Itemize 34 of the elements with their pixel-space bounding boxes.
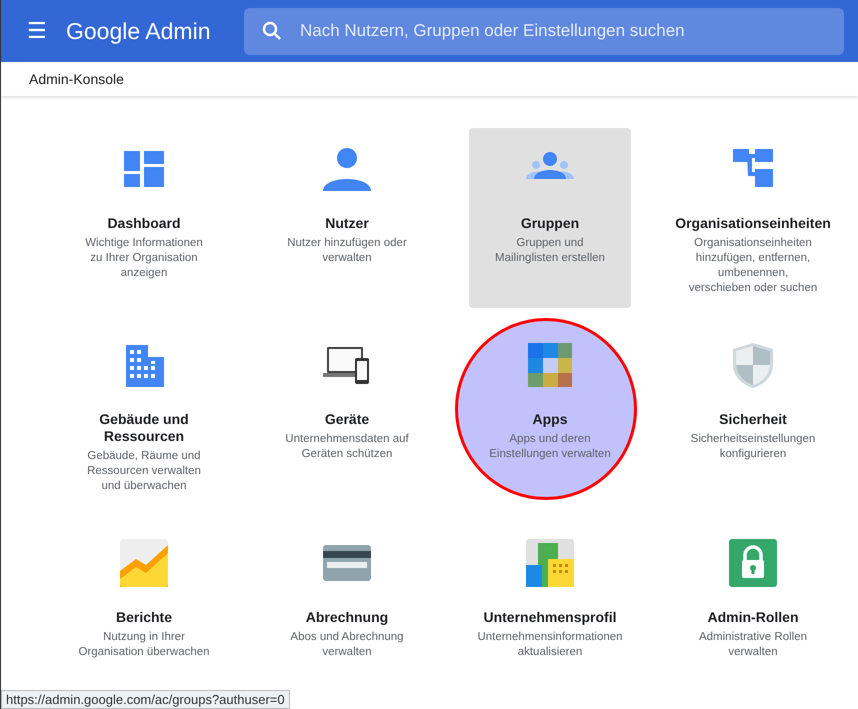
card-title[interactable]: Sicherheit (668, 411, 838, 428)
card-title[interactable]: Nutzer (262, 215, 432, 232)
app-logo[interactable]: Google Admin (66, 18, 231, 44)
card-title[interactable]: Geräte (262, 411, 432, 428)
card-description: Organisationseinheiten hinzufügen, entfernen, umbenennen, verschieben oder suchen (688, 236, 818, 296)
apps-grid-icon (526, 341, 574, 389)
status-url: https://admin.google.com/ac/groups?authuser=0 (1, 690, 290, 709)
buildings-icon (526, 539, 574, 587)
person-icon (323, 145, 371, 193)
card-title[interactable]: Admin-Rollen (668, 609, 838, 626)
card-description: Administrative Rollen verwalten (698, 630, 808, 660)
menu-button[interactable]: ☰ (27, 20, 49, 42)
card-description: Sicherheitseinstellungen konfigurieren (690, 432, 816, 462)
card-title[interactable]: Berichte (59, 609, 229, 626)
card-description: Nutzung in Ihrer Organisation überwachen (78, 630, 210, 660)
card-hover-background[interactable]: Gruppen Gruppen und Mailinglisten erstellen (469, 128, 631, 308)
card-description: Unternehmensinformationen aktualisieren (477, 630, 623, 660)
search-field[interactable]: Nach Nutzern, Gruppen oder Einstellungen suchen (244, 8, 844, 54)
padlock-icon (729, 539, 777, 587)
card-description: Gebäude, Räume und Ressourcen verwalten und überwachen (86, 449, 202, 494)
card-title[interactable]: Apps (465, 411, 635, 428)
card-description: Gruppen und Mailinglisten erstellen (494, 236, 606, 266)
card-description: Abos und Abrechnung verwalten (289, 630, 405, 660)
card-description: Unternehmensdaten auf Geräten schützen (284, 432, 410, 462)
card-description: Wichtige Informationen zu Ihrer Organisation anzeigen (84, 236, 204, 281)
card-title[interactable]: Organisationseinheiten (668, 215, 838, 232)
breadcrumb[interactable]: Admin-Konsole (29, 71, 124, 87)
card-description: Apps und deren Einstellungen verwalten (488, 432, 612, 462)
card-title[interactable]: Dashboard (59, 215, 229, 232)
card-title[interactable]: Abrechnung (262, 609, 432, 626)
card-title[interactable]: Unternehmensprofil (465, 609, 635, 626)
card-description: Nutzer hinzufügen oder verwalten (286, 236, 408, 266)
card-title[interactable]: Gebäude und Ressourcen (59, 411, 229, 445)
line-chart-icon (120, 539, 168, 587)
